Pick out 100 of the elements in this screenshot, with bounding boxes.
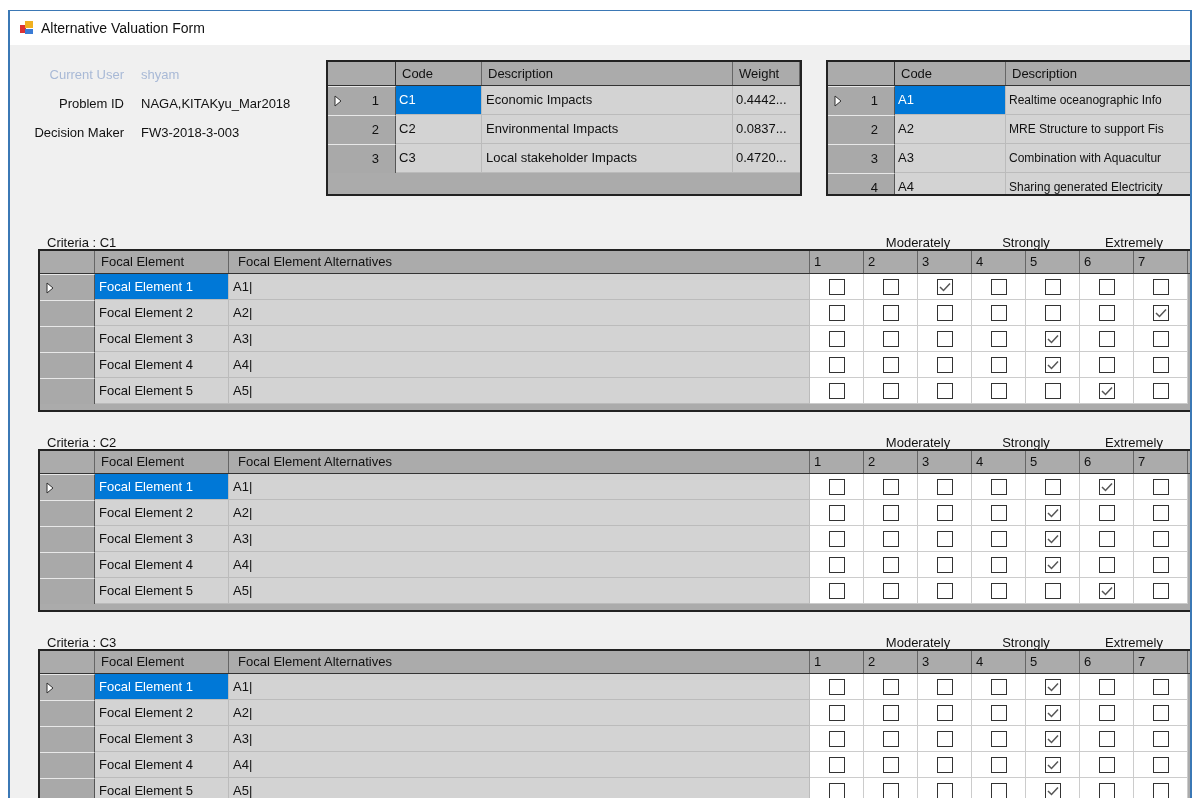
rating-checkbox[interactable]: [1098, 730, 1115, 747]
rating-checkbox[interactable]: [990, 782, 1007, 798]
rating-checkbox[interactable]: [1152, 304, 1169, 321]
rating-checkbox[interactable]: [828, 530, 845, 547]
rating-checkbox[interactable]: [990, 730, 1007, 747]
rating-checkbox[interactable]: [1044, 556, 1061, 573]
rating-checkbox[interactable]: [1044, 278, 1061, 295]
row-header[interactable]: 3: [828, 144, 895, 173]
rating-checkbox[interactable]: [936, 530, 953, 547]
rating-checkbox[interactable]: [1044, 730, 1061, 747]
row-header[interactable]: [40, 274, 95, 300]
alternatives-cell[interactable]: A5|: [229, 378, 810, 404]
table-cell[interactable]: C1: [396, 86, 482, 115]
focal-element-cell[interactable]: Focal Element 1: [95, 274, 229, 300]
alternatives-cell[interactable]: A2|: [229, 700, 810, 726]
alternatives-cell[interactable]: A1|: [229, 674, 810, 700]
rating-checkbox[interactable]: [882, 504, 899, 521]
rating-checkbox[interactable]: [990, 678, 1007, 695]
rating-checkbox[interactable]: [1152, 582, 1169, 599]
focal-element-cell[interactable]: Focal Element 4: [95, 352, 229, 378]
rating-checkbox[interactable]: [936, 704, 953, 721]
focal-element-cell[interactable]: Focal Element 1: [95, 474, 229, 500]
rating-checkbox[interactable]: [1152, 756, 1169, 773]
rating-checkbox[interactable]: [828, 556, 845, 573]
table-cell[interactable]: A2: [895, 115, 1006, 144]
rating-checkbox[interactable]: [936, 730, 953, 747]
rating-checkbox[interactable]: [1152, 678, 1169, 695]
rating-checkbox[interactable]: [990, 504, 1007, 521]
rating-checkbox[interactable]: [1152, 556, 1169, 573]
table-cell[interactable]: A4: [895, 173, 1006, 194]
rating-checkbox[interactable]: [1044, 530, 1061, 547]
row-header[interactable]: 1: [828, 86, 895, 115]
row-header[interactable]: 4: [828, 173, 895, 194]
table-cell[interactable]: C3: [396, 144, 482, 173]
rating-checkbox[interactable]: [1044, 478, 1061, 495]
rating-checkbox[interactable]: [936, 304, 953, 321]
row-header[interactable]: 3: [328, 144, 396, 173]
alternatives-cell[interactable]: A5|: [229, 578, 810, 604]
row-header[interactable]: [40, 474, 95, 500]
rating-checkbox[interactable]: [1098, 782, 1115, 798]
table-cell[interactable]: A3: [895, 144, 1006, 173]
rating-checkbox[interactable]: [990, 704, 1007, 721]
rating-checkbox[interactable]: [828, 330, 845, 347]
rating-checkbox[interactable]: [1098, 330, 1115, 347]
row-header[interactable]: 1: [328, 86, 396, 115]
rating-checkbox[interactable]: [1152, 530, 1169, 547]
rating-checkbox[interactable]: [1098, 278, 1115, 295]
rating-checkbox[interactable]: [828, 704, 845, 721]
rating-checkbox[interactable]: [1152, 730, 1169, 747]
rating-checkbox[interactable]: [882, 678, 899, 695]
rating-checkbox[interactable]: [828, 278, 845, 295]
rating-checkbox[interactable]: [1152, 278, 1169, 295]
rating-checkbox[interactable]: [882, 582, 899, 599]
table-cell[interactable]: A1: [895, 86, 1006, 115]
rating-checkbox[interactable]: [990, 582, 1007, 599]
rating-checkbox[interactable]: [1098, 756, 1115, 773]
rating-checkbox[interactable]: [1098, 382, 1115, 399]
rating-checkbox[interactable]: [1152, 704, 1169, 721]
rating-checkbox[interactable]: [936, 278, 953, 295]
focal-element-cell[interactable]: Focal Element 3: [95, 326, 229, 352]
focal-element-cell[interactable]: Focal Element 2: [95, 700, 229, 726]
rating-checkbox[interactable]: [990, 278, 1007, 295]
rating-checkbox[interactable]: [1152, 504, 1169, 521]
alternatives-cell[interactable]: A2|: [229, 300, 810, 326]
rating-checkbox[interactable]: [1044, 382, 1061, 399]
rating-checkbox[interactable]: [828, 730, 845, 747]
rating-checkbox[interactable]: [990, 530, 1007, 547]
rating-checkbox[interactable]: [1044, 756, 1061, 773]
rating-checkbox[interactable]: [1152, 782, 1169, 798]
focal-element-cell[interactable]: Focal Element 1: [95, 674, 229, 700]
rating-checkbox[interactable]: [828, 678, 845, 695]
row-header[interactable]: [40, 674, 95, 700]
alternatives-cell[interactable]: A1|: [229, 474, 810, 500]
row-header[interactable]: 2: [828, 115, 895, 144]
rating-checkbox[interactable]: [990, 356, 1007, 373]
focal-element-cell[interactable]: Focal Element 4: [95, 752, 229, 778]
rating-checkbox[interactable]: [828, 478, 845, 495]
alternatives-cell[interactable]: A2|: [229, 500, 810, 526]
rating-checkbox[interactable]: [936, 330, 953, 347]
rating-checkbox[interactable]: [828, 382, 845, 399]
rating-checkbox[interactable]: [882, 782, 899, 798]
focal-element-cell[interactable]: Focal Element 2: [95, 300, 229, 326]
alternatives-cell[interactable]: A4|: [229, 552, 810, 578]
rating-checkbox[interactable]: [828, 582, 845, 599]
rating-checkbox[interactable]: [882, 704, 899, 721]
rating-checkbox[interactable]: [828, 356, 845, 373]
rating-checkbox[interactable]: [936, 556, 953, 573]
rating-checkbox[interactable]: [882, 756, 899, 773]
rating-checkbox[interactable]: [1098, 304, 1115, 321]
rating-checkbox[interactable]: [936, 356, 953, 373]
rating-checkbox[interactable]: [882, 478, 899, 495]
focal-element-cell[interactable]: Focal Element 3: [95, 726, 229, 752]
rating-checkbox[interactable]: [882, 556, 899, 573]
rating-checkbox[interactable]: [882, 530, 899, 547]
rating-checkbox[interactable]: [936, 478, 953, 495]
row-header[interactable]: 2: [328, 115, 396, 144]
alternatives-cell[interactable]: A5|: [229, 778, 810, 798]
rating-checkbox[interactable]: [1098, 678, 1115, 695]
rating-checkbox[interactable]: [1044, 582, 1061, 599]
rating-checkbox[interactable]: [882, 304, 899, 321]
